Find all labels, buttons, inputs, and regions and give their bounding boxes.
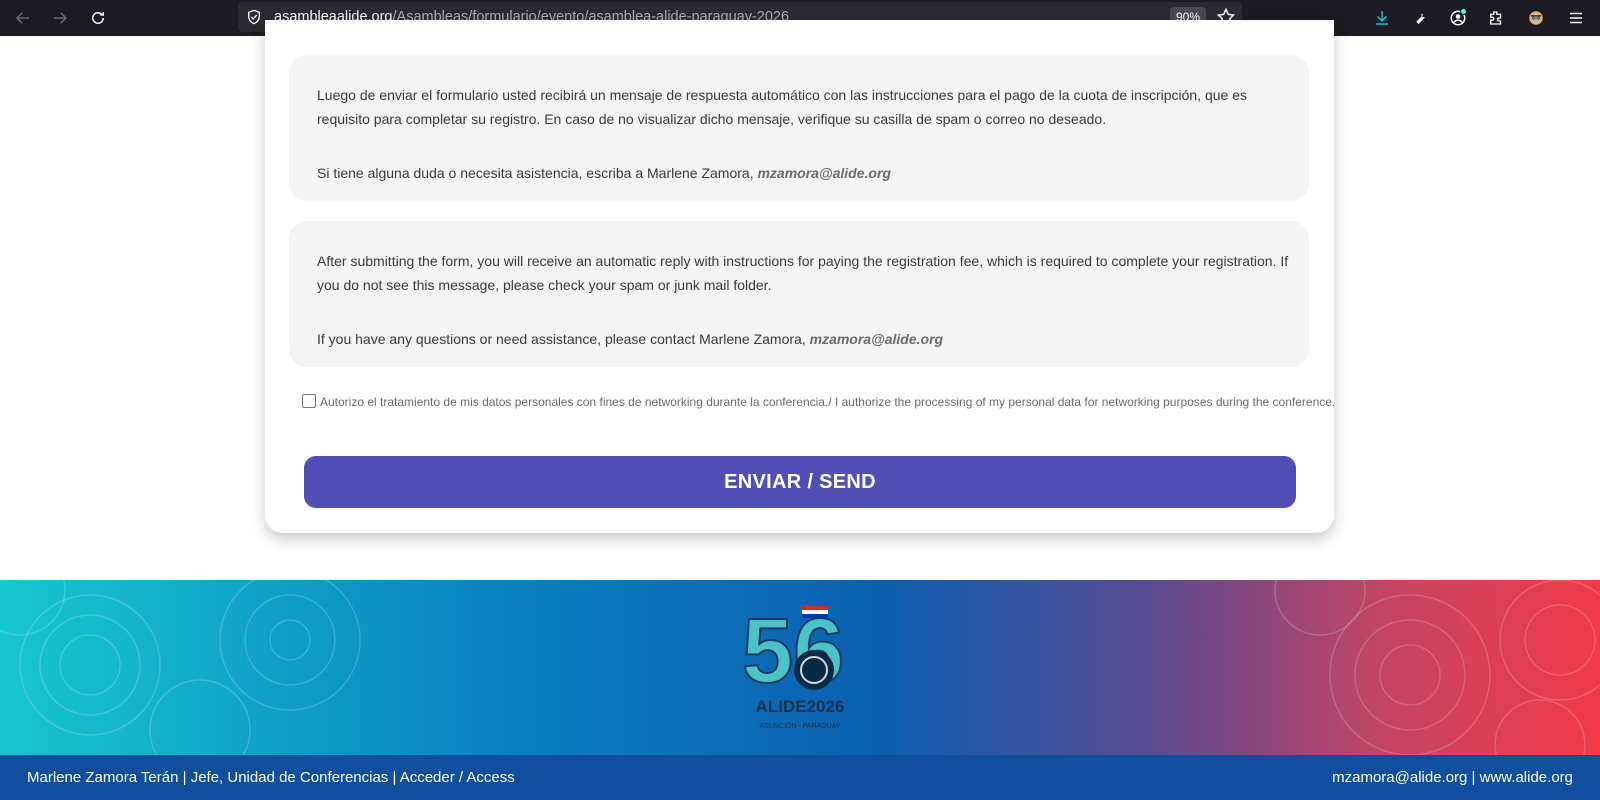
logo-subtext: ASUNCIÓN - PARAGUAY: [759, 721, 840, 730]
spanish-notice-paragraph: Luego de enviar el formulario usted reci…: [317, 87, 1247, 127]
english-notice-paragraph: After submitting the form, you will rece…: [317, 253, 1289, 293]
contact-email: mzamora@alide.org: [809, 331, 944, 347]
consent-label[interactable]: Autorizo el tratamiento de mis datos per…: [320, 395, 1335, 409]
reload-icon: [92, 12, 104, 24]
submit-button[interactable]: ENVIAR / SEND: [304, 456, 1296, 508]
back-button[interactable]: [9, 4, 37, 32]
notification-dot: [1460, 8, 1467, 15]
spanish-notice-box: Luego de enviar el formulario usted reci…: [289, 55, 1309, 201]
profile-extension-button[interactable]: [1522, 4, 1550, 32]
downloads-button[interactable]: [1368, 4, 1396, 32]
footer-contact-links[interactable]: Marlene Zamora Terán | Jefe, Unidad de C…: [27, 769, 515, 786]
tools-button[interactable]: [1406, 4, 1434, 32]
english-notice-box: After submitting the form, you will rece…: [289, 221, 1309, 367]
spanish-contact-text: Si tiene alguna duda o necesita asistenc…: [317, 165, 758, 181]
avatar-icon: [1529, 11, 1543, 25]
shield-icon[interactable]: [246, 9, 262, 25]
english-contact-line: If you have any questions or need assist…: [317, 327, 1289, 351]
reload-button[interactable]: [84, 4, 112, 32]
spanish-contact-line: Si tiene alguna duda o necesita asistenc…: [317, 161, 1289, 185]
puzzle-icon: [1490, 11, 1502, 25]
wrench-icon: [1416, 13, 1426, 24]
alide-2026-logo: 56 ALIDE2026 ASUNCIÓN - PARAGUAY: [742, 599, 845, 730]
consent-row: Autorizo el tratamiento de mis datos per…: [302, 394, 1335, 409]
forward-button[interactable]: [46, 4, 74, 32]
consent-checkbox[interactable]: [302, 394, 316, 408]
menu-button[interactable]: [1562, 4, 1590, 32]
arrow-left-icon: [15, 12, 29, 24]
logo-number: 56: [742, 600, 844, 702]
logo-text: ALIDE2026: [756, 697, 845, 716]
footer-email-website[interactable]: mzamora@alide.org | www.alide.org: [1332, 769, 1573, 786]
english-contact-text: If you have any questions or need assist…: [317, 331, 810, 347]
account-button[interactable]: [1444, 4, 1472, 32]
arrow-right-icon: [54, 12, 68, 24]
hamburger-menu-icon: [1570, 12, 1582, 24]
contact-email: mzamora@alide.org: [757, 165, 891, 181]
extensions-button[interactable]: [1482, 4, 1510, 32]
download-icon: [1376, 11, 1388, 25]
registration-form-card: Luego de enviar el formulario usted reci…: [265, 20, 1335, 533]
footer-bar: Marlene Zamora Terán | Jefe, Unidad de C…: [0, 755, 1600, 800]
